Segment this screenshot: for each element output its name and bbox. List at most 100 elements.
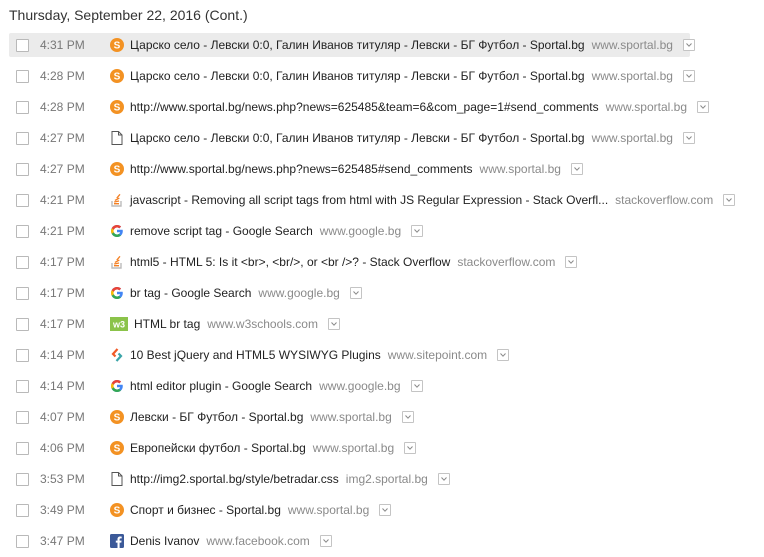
history-row[interactable]: 4:07 PM S Левски - БГ Футбол - Sportal.bg w… xyxy=(9,405,414,429)
row-checkbox[interactable] xyxy=(16,348,29,362)
history-row[interactable]: 4:27 PM Shttp://www.sportal.bg/news.php?n… xyxy=(9,157,583,181)
history-row[interactable]: 4:28 PM S Царско село - Левски 0:0, Галин … xyxy=(9,64,695,88)
row-checkbox[interactable] xyxy=(16,224,29,238)
svg-text:S: S xyxy=(114,165,121,176)
svg-text:w3: w3 xyxy=(112,320,125,330)
history-row[interactable]: 3:53 PM http://img2.sportal.bg/style/betr… xyxy=(9,467,450,491)
svg-text:S: S xyxy=(114,413,121,424)
page-title-link[interactable]: HTML br tag xyxy=(134,317,200,331)
row-menu-button[interactable] xyxy=(379,504,392,516)
page-domain: www.w3schools.com xyxy=(207,317,318,331)
visit-time: 3:47 PM xyxy=(40,534,85,548)
page-domain: www.sitepoint.com xyxy=(387,348,488,362)
row-menu-button[interactable] xyxy=(437,473,450,485)
history-row[interactable]: 4:21 PM javascript - Removing all script … xyxy=(9,188,736,212)
row-menu-button[interactable] xyxy=(327,318,340,330)
chevron-down-icon xyxy=(407,446,414,450)
row-menu-button[interactable] xyxy=(723,194,736,206)
row-menu-button[interactable] xyxy=(682,39,695,51)
sportal-icon: S xyxy=(110,100,124,114)
row-menu-button[interactable] xyxy=(411,225,424,237)
chevron-down-icon xyxy=(404,415,411,419)
row-menu-button[interactable] xyxy=(401,411,414,423)
chevron-down-icon xyxy=(686,136,692,140)
history-row[interactable]: 4:21 PM remove script tag - Google Search… xyxy=(9,219,424,243)
page-domain: www.facebook.com xyxy=(206,534,310,548)
row-checkbox[interactable] xyxy=(16,193,29,207)
row-checkbox[interactable] xyxy=(16,503,29,517)
row-checkbox[interactable] xyxy=(16,534,29,548)
svg-text:S: S xyxy=(114,41,121,52)
page-title-link[interactable]: 10 Best jQuery and HTML5 WYSIWYG Plugins xyxy=(130,348,381,362)
row-menu-button[interactable] xyxy=(682,70,695,82)
row-menu-button[interactable] xyxy=(497,349,510,361)
row-checkbox[interactable] xyxy=(16,441,29,455)
page-title-link[interactable]: http://img2.sportal.bg/style/betradar.cs… xyxy=(130,472,339,486)
page-title-link[interactable]: http://www.sportal.bg/news.php?news=6254… xyxy=(130,162,473,176)
chevron-down-icon xyxy=(413,384,420,388)
history-row[interactable]: 4:28 PM Shttp://www.sportal.bg/news.php?n… xyxy=(9,95,710,119)
row-checkbox[interactable] xyxy=(16,162,29,176)
visit-time: 4:07 PM xyxy=(40,410,85,424)
row-menu-button[interactable] xyxy=(404,442,417,454)
google-icon xyxy=(110,224,124,238)
row-checkbox[interactable] xyxy=(16,100,29,114)
page-title-link[interactable]: Европейски футбол - Sportal.bg xyxy=(130,441,306,455)
row-checkbox[interactable] xyxy=(16,317,29,331)
page-title-link[interactable]: remove script tag - Google Search xyxy=(130,224,313,238)
row-menu-button[interactable] xyxy=(697,101,710,113)
history-row[interactable]: 4:14 PM 10 Best jQuery and HTML5 WYSIWYG … xyxy=(9,343,510,367)
row-menu-button[interactable] xyxy=(410,380,423,392)
history-row[interactable]: 4:14 PM html editor plugin - Google Searc… xyxy=(9,374,423,398)
row-checkbox[interactable] xyxy=(16,38,29,52)
page-title-link[interactable]: Denis Ivanov xyxy=(130,534,199,548)
row-checkbox[interactable] xyxy=(16,131,29,145)
page-title-link[interactable]: html editor plugin - Google Search xyxy=(130,379,312,393)
row-menu-button[interactable] xyxy=(570,163,583,175)
visit-time: 4:28 PM xyxy=(40,100,85,114)
page-title-link[interactable]: Царско село - Левски 0:0, Галин Иванов т… xyxy=(130,38,585,52)
row-checkbox[interactable] xyxy=(16,286,29,300)
page-title-link[interactable]: Спорт и бизнес - Sportal.bg xyxy=(130,503,281,517)
svg-text:S: S xyxy=(114,72,121,83)
row-menu-button[interactable] xyxy=(319,535,332,547)
history-row[interactable]: 3:47 PM Denis Ivanov www.facebook.com xyxy=(9,529,332,553)
history-row[interactable]: 4:31 PM S Царско село - Левски 0:0, Галин … xyxy=(9,33,695,57)
page-title-link[interactable]: Царско село - Левски 0:0, Галин Иванов т… xyxy=(130,131,585,145)
history-row[interactable]: 4:17 PM w3 HTML br tag www.w3schools.com xyxy=(9,312,340,336)
visit-time: 4:27 PM xyxy=(40,162,85,176)
page-domain: www.sportal.bg xyxy=(605,100,688,114)
page-title-link[interactable]: html5 - HTML 5: Is it <br>, <br/>, or <b… xyxy=(130,255,450,269)
page-title-link[interactable]: http://www.sportal.bg/news.php?news=6254… xyxy=(130,100,599,114)
visit-time: 4:21 PM xyxy=(40,224,85,238)
row-checkbox[interactable] xyxy=(16,69,29,83)
history-row[interactable]: 4:06 PM S Европейски футбол - Sportal.bg ww… xyxy=(9,436,417,460)
sportal-icon: S xyxy=(110,410,124,424)
page-icon xyxy=(110,131,124,145)
page-domain: www.sportal.bg xyxy=(479,162,561,176)
page-domain: www.sportal.bg xyxy=(591,38,673,52)
page-title-link[interactable]: br tag - Google Search xyxy=(130,286,251,300)
chevron-down-icon xyxy=(382,508,389,512)
history-row[interactable]: 4:17 PM br tag - Google Search www.google.… xyxy=(9,281,362,305)
row-menu-button[interactable] xyxy=(565,256,578,268)
row-checkbox[interactable] xyxy=(16,472,29,486)
chevron-down-icon xyxy=(352,291,359,295)
sportal-icon: S xyxy=(110,503,124,517)
page-title-link[interactable]: Царско село - Левски 0:0, Галин Иванов т… xyxy=(130,69,585,83)
page-title-link[interactable]: Левски - БГ Футбол - Sportal.bg xyxy=(130,410,303,424)
page-icon xyxy=(110,472,124,486)
page-title-link[interactable]: javascript - Removing all script tags fr… xyxy=(130,193,608,207)
page-domain: img2.sportal.bg xyxy=(345,472,428,486)
row-checkbox[interactable] xyxy=(16,379,29,393)
row-menu-button[interactable] xyxy=(682,132,695,144)
history-row[interactable]: 4:27 PM Царско село - Левски 0:0, Галин И… xyxy=(9,126,695,150)
history-row[interactable]: 4:17 PM html5 - HTML 5: Is it <br>, <br/>… xyxy=(9,250,578,274)
row-checkbox[interactable] xyxy=(16,410,29,424)
sportal-icon: S xyxy=(110,69,124,83)
stackoverflow-icon xyxy=(110,193,124,207)
history-row[interactable]: 3:49 PM S Спорт и бизнес - Sportal.bg www.s… xyxy=(9,498,392,522)
row-menu-button[interactable] xyxy=(349,287,362,299)
visit-time: 3:49 PM xyxy=(40,503,85,517)
row-checkbox[interactable] xyxy=(16,255,29,269)
